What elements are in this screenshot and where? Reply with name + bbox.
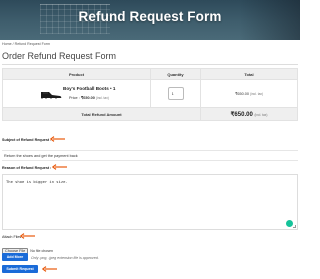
refund-items-table: Product Quantity Total Boy's Football Bo… [2,68,298,121]
file-input: Choose File No file chosen [2,242,53,254]
line-total-cell: ₹650.00 (incl. tax) [200,79,298,108]
breadcrumb-current: Refund Request Form [14,42,50,46]
column-header-quantity: Quantity [150,68,201,80]
hero-banner: Refund Request Form [0,0,300,40]
football-boot-image [41,92,62,99]
subject-value: Return the shoes and get the payment bac… [4,154,78,158]
column-header-total: Total [200,68,298,80]
product-price: Price : ₹650.00 (incl. tax) [69,96,109,100]
product-cell: Boy's Football Boots • 1 Price : ₹650.00… [2,79,151,108]
attach-files-label: Attach Files [2,235,22,239]
divider [2,64,298,65]
total-refund-label: Total Refund Amount [2,107,201,121]
arrow-left-icon [42,266,57,272]
reason-value: The shoe is bigger in size. [6,179,68,184]
arrow-left-icon [52,164,67,170]
no-file-text: No file chosen [30,248,54,253]
hero-title: Refund Request Form [78,9,222,24]
total-refund-amount: ₹650.00 (incl. tax) [200,107,298,121]
quantity-cell [150,79,201,108]
table-row: Boy's Football Boots • 1 Price : ₹650.00… [2,79,298,108]
resize-handle-icon[interactable] [293,225,296,228]
grammarly-icon[interactable] [286,220,293,227]
total-row: Total Refund Amount ₹650.00 (incl. tax) [2,107,298,121]
line-total-value: ₹650.00 [234,92,250,96]
arrow-left-icon [20,233,35,239]
breadcrumb: Home/Refund Request Form [2,42,50,46]
arrow-left-icon [50,136,65,142]
reason-textarea[interactable]: The shoe is bigger in size. [2,174,298,230]
product-name[interactable]: Boy's Football Boots • 1 [63,86,115,91]
file-type-hint: Only .png, .jpeg extension file is appro… [31,256,99,260]
reason-label: Reason of Refund Request : [2,166,52,170]
subject-field[interactable]: Return the shoes and get the payment bac… [2,150,298,161]
add-more-button[interactable]: Add More [2,253,28,261]
breadcrumb-home-link[interactable]: Home [2,42,12,46]
page-title: Order Refund Request Form [2,51,117,61]
submit-request-button[interactable]: Submit Request [2,265,38,273]
subject-label: Subject of Refund Request : [2,138,52,142]
column-header-product: Product [2,68,151,80]
quantity-input[interactable] [167,87,184,100]
